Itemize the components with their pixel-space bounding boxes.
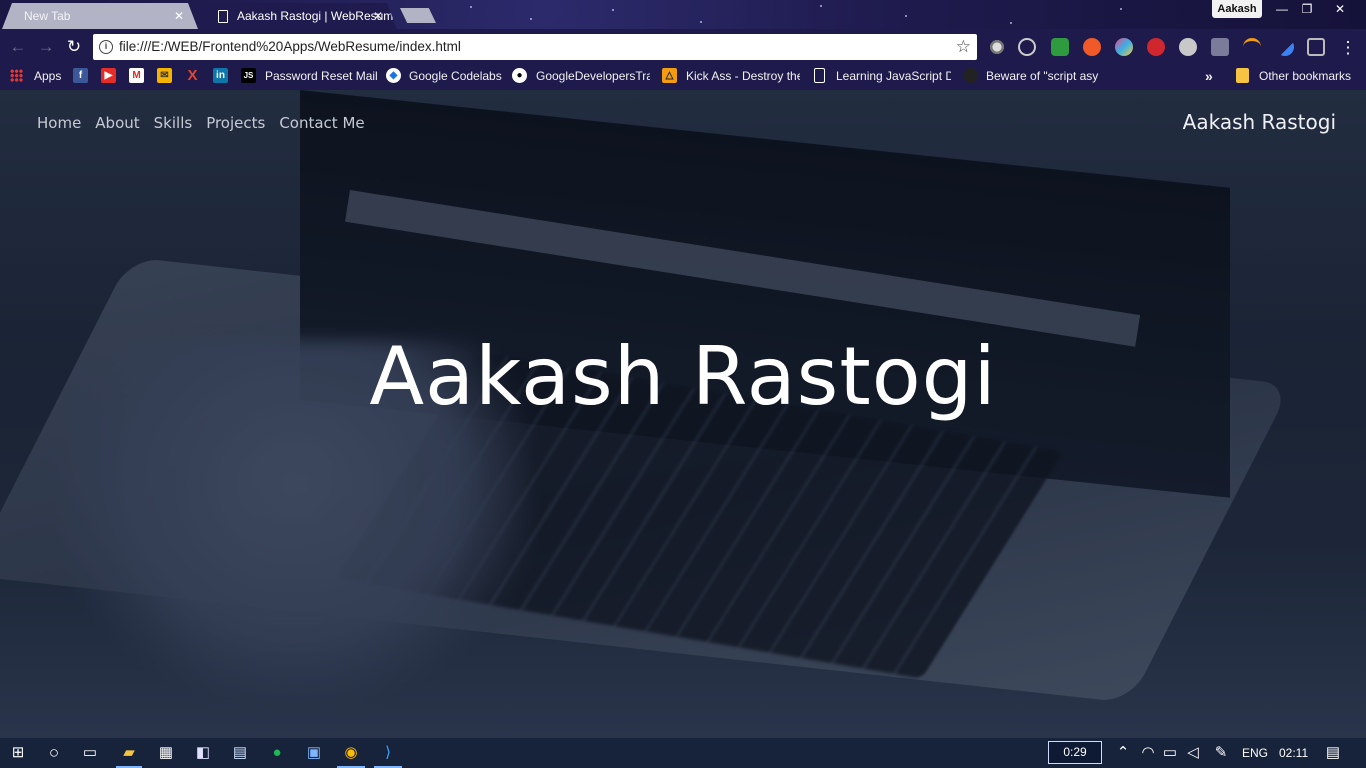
- heart-extension-icon[interactable]: [1115, 38, 1133, 56]
- hero-title: Aakash Rastogi: [369, 330, 997, 423]
- apps-grid-icon: [10, 69, 23, 82]
- sync-extension-icon[interactable]: [1018, 38, 1036, 56]
- back-icon[interactable]: ←: [8, 37, 28, 57]
- facebook-icon[interactable]: f: [73, 68, 88, 83]
- address-url[interactable]: file:///E:/WEB/Frontend%20Apps/WebResume…: [119, 34, 461, 60]
- codelabs-icon: ◆: [386, 68, 401, 83]
- battery-icon[interactable]: ▭: [1160, 743, 1180, 763]
- youtube-icon[interactable]: ▶: [101, 68, 116, 83]
- shield-extension-icon[interactable]: [1147, 38, 1165, 56]
- task-view-icon[interactable]: ▭: [80, 743, 100, 763]
- tab-label: New Tab: [24, 9, 71, 23]
- bookmarks-bar: [0, 65, 1366, 90]
- restore-icon[interactable]: ❐: [1293, 0, 1321, 18]
- windows-start-icon[interactable]: ⊞: [8, 743, 28, 763]
- nav-skills-link[interactable]: Skills: [154, 114, 193, 132]
- nav-about-link[interactable]: About: [95, 114, 139, 132]
- infinity-extension-icon[interactable]: [1083, 38, 1101, 56]
- volume-icon[interactable]: ◁: [1183, 743, 1203, 763]
- github-icon: [963, 68, 978, 83]
- bookmark-learning-javascript[interactable]: Learning JavaScript D: [836, 65, 951, 90]
- chevron-up-icon[interactable]: ⌃: [1113, 743, 1133, 763]
- bookmarks-overflow-icon[interactable]: »: [1205, 65, 1213, 90]
- tab-webresume[interactable]: Aakash Rastogi | WebResume ✕: [201, 3, 397, 29]
- site-brand[interactable]: Aakash Rastogi: [1183, 110, 1336, 134]
- close-icon[interactable]: ✕: [373, 3, 383, 29]
- github-icon: ●: [512, 68, 527, 83]
- cart-extension-icon[interactable]: [1307, 38, 1325, 56]
- x-icon[interactable]: X: [185, 68, 200, 83]
- forward-icon[interactable]: →: [36, 37, 56, 57]
- close-icon[interactable]: ✕: [174, 3, 184, 29]
- js-icon: JS: [241, 68, 256, 83]
- bookmark-google-codelabs[interactable]: Google Codelabs: [409, 65, 502, 90]
- remote-icon[interactable]: ◧: [193, 743, 213, 763]
- cortana-icon[interactable]: ○: [44, 743, 64, 763]
- linkedin-icon[interactable]: in: [213, 68, 228, 83]
- calculator-icon[interactable]: ▦: [156, 743, 176, 763]
- site-nav: Home About Skills Projects Contact Me: [37, 114, 365, 132]
- bookmark-password-reset-mail[interactable]: Password Reset Mail: [265, 65, 378, 90]
- spotify-icon[interactable]: ●: [267, 743, 287, 763]
- minimize-icon[interactable]: —: [1268, 0, 1296, 18]
- mail-icon[interactable]: ✉: [157, 68, 172, 83]
- wifi-icon[interactable]: ◠: [1138, 743, 1158, 763]
- nav-projects-link[interactable]: Projects: [206, 114, 265, 132]
- address-bar[interactable]: i file:///E:/WEB/Frontend%20Apps/WebResu…: [93, 34, 977, 60]
- other-bookmarks[interactable]: Other bookmarks: [1259, 65, 1351, 90]
- bookmark-google-developers[interactable]: GoogleDevelopersTra: [536, 65, 650, 90]
- windows-taskbar: ⊞ ○ ▭ ▰ ▦ ◧ ▤ ● ▣ ◉ ⟩ 0:29 ⌃ ◠ ▭ ◁ ✎ ENG…: [0, 738, 1366, 768]
- menu-icon[interactable]: ⋮: [1338, 38, 1358, 58]
- tab-strip: New Tab ✕ Aakash Rastogi | WebResume ✕ A…: [0, 0, 1366, 29]
- vscode-icon[interactable]: ⟩: [378, 743, 398, 763]
- bookmark-kick-ass[interactable]: Kick Ass - Destroy the: [686, 65, 800, 90]
- display-icon[interactable]: ▤: [230, 743, 250, 763]
- page-icon: [814, 68, 825, 83]
- photos-icon[interactable]: ▣: [304, 743, 324, 763]
- settings-extension-icon[interactable]: [988, 38, 1006, 56]
- bookmark-star-icon[interactable]: ☆: [956, 36, 971, 58]
- pen-extension-icon[interactable]: [1276, 38, 1294, 56]
- kickass-icon: △: [662, 68, 677, 83]
- rainbow-extension-icon[interactable]: [1243, 38, 1261, 56]
- chat-extension-icon[interactable]: [1051, 38, 1069, 56]
- new-tab-button[interactable]: [400, 8, 436, 23]
- profile-button[interactable]: Aakash: [1212, 0, 1262, 18]
- nav-contact-link[interactable]: Contact Me: [279, 114, 364, 132]
- page-viewport: Home About Skills Projects Contact Me Aa…: [0, 90, 1366, 738]
- language-indicator[interactable]: ENG: [1242, 738, 1268, 768]
- file-explorer-icon[interactable]: ▰: [119, 743, 139, 763]
- clock[interactable]: 02:11: [1279, 738, 1308, 768]
- info-icon[interactable]: i: [99, 40, 113, 54]
- nav-home-link[interactable]: Home: [37, 114, 81, 132]
- pen-icon[interactable]: ✎: [1211, 743, 1231, 763]
- timer-widget[interactable]: 0:29: [1048, 741, 1102, 764]
- gmail-icon[interactable]: M: [129, 68, 144, 83]
- cloud-extension-icon[interactable]: [1179, 38, 1197, 56]
- bookmark-beware-script[interactable]: Beware of "script asy: [986, 65, 1101, 90]
- brave-extension-icon[interactable]: [1211, 38, 1229, 56]
- reload-icon[interactable]: ↻: [64, 37, 84, 57]
- bookmark-apps[interactable]: Apps: [34, 65, 61, 90]
- chrome-icon[interactable]: ◉: [341, 743, 361, 763]
- notifications-icon[interactable]: ▤: [1323, 743, 1343, 763]
- tab-new-tab[interactable]: New Tab ✕: [2, 3, 198, 29]
- page-icon: [218, 10, 228, 23]
- folder-icon: [1236, 68, 1249, 83]
- close-window-icon[interactable]: ✕: [1326, 0, 1354, 18]
